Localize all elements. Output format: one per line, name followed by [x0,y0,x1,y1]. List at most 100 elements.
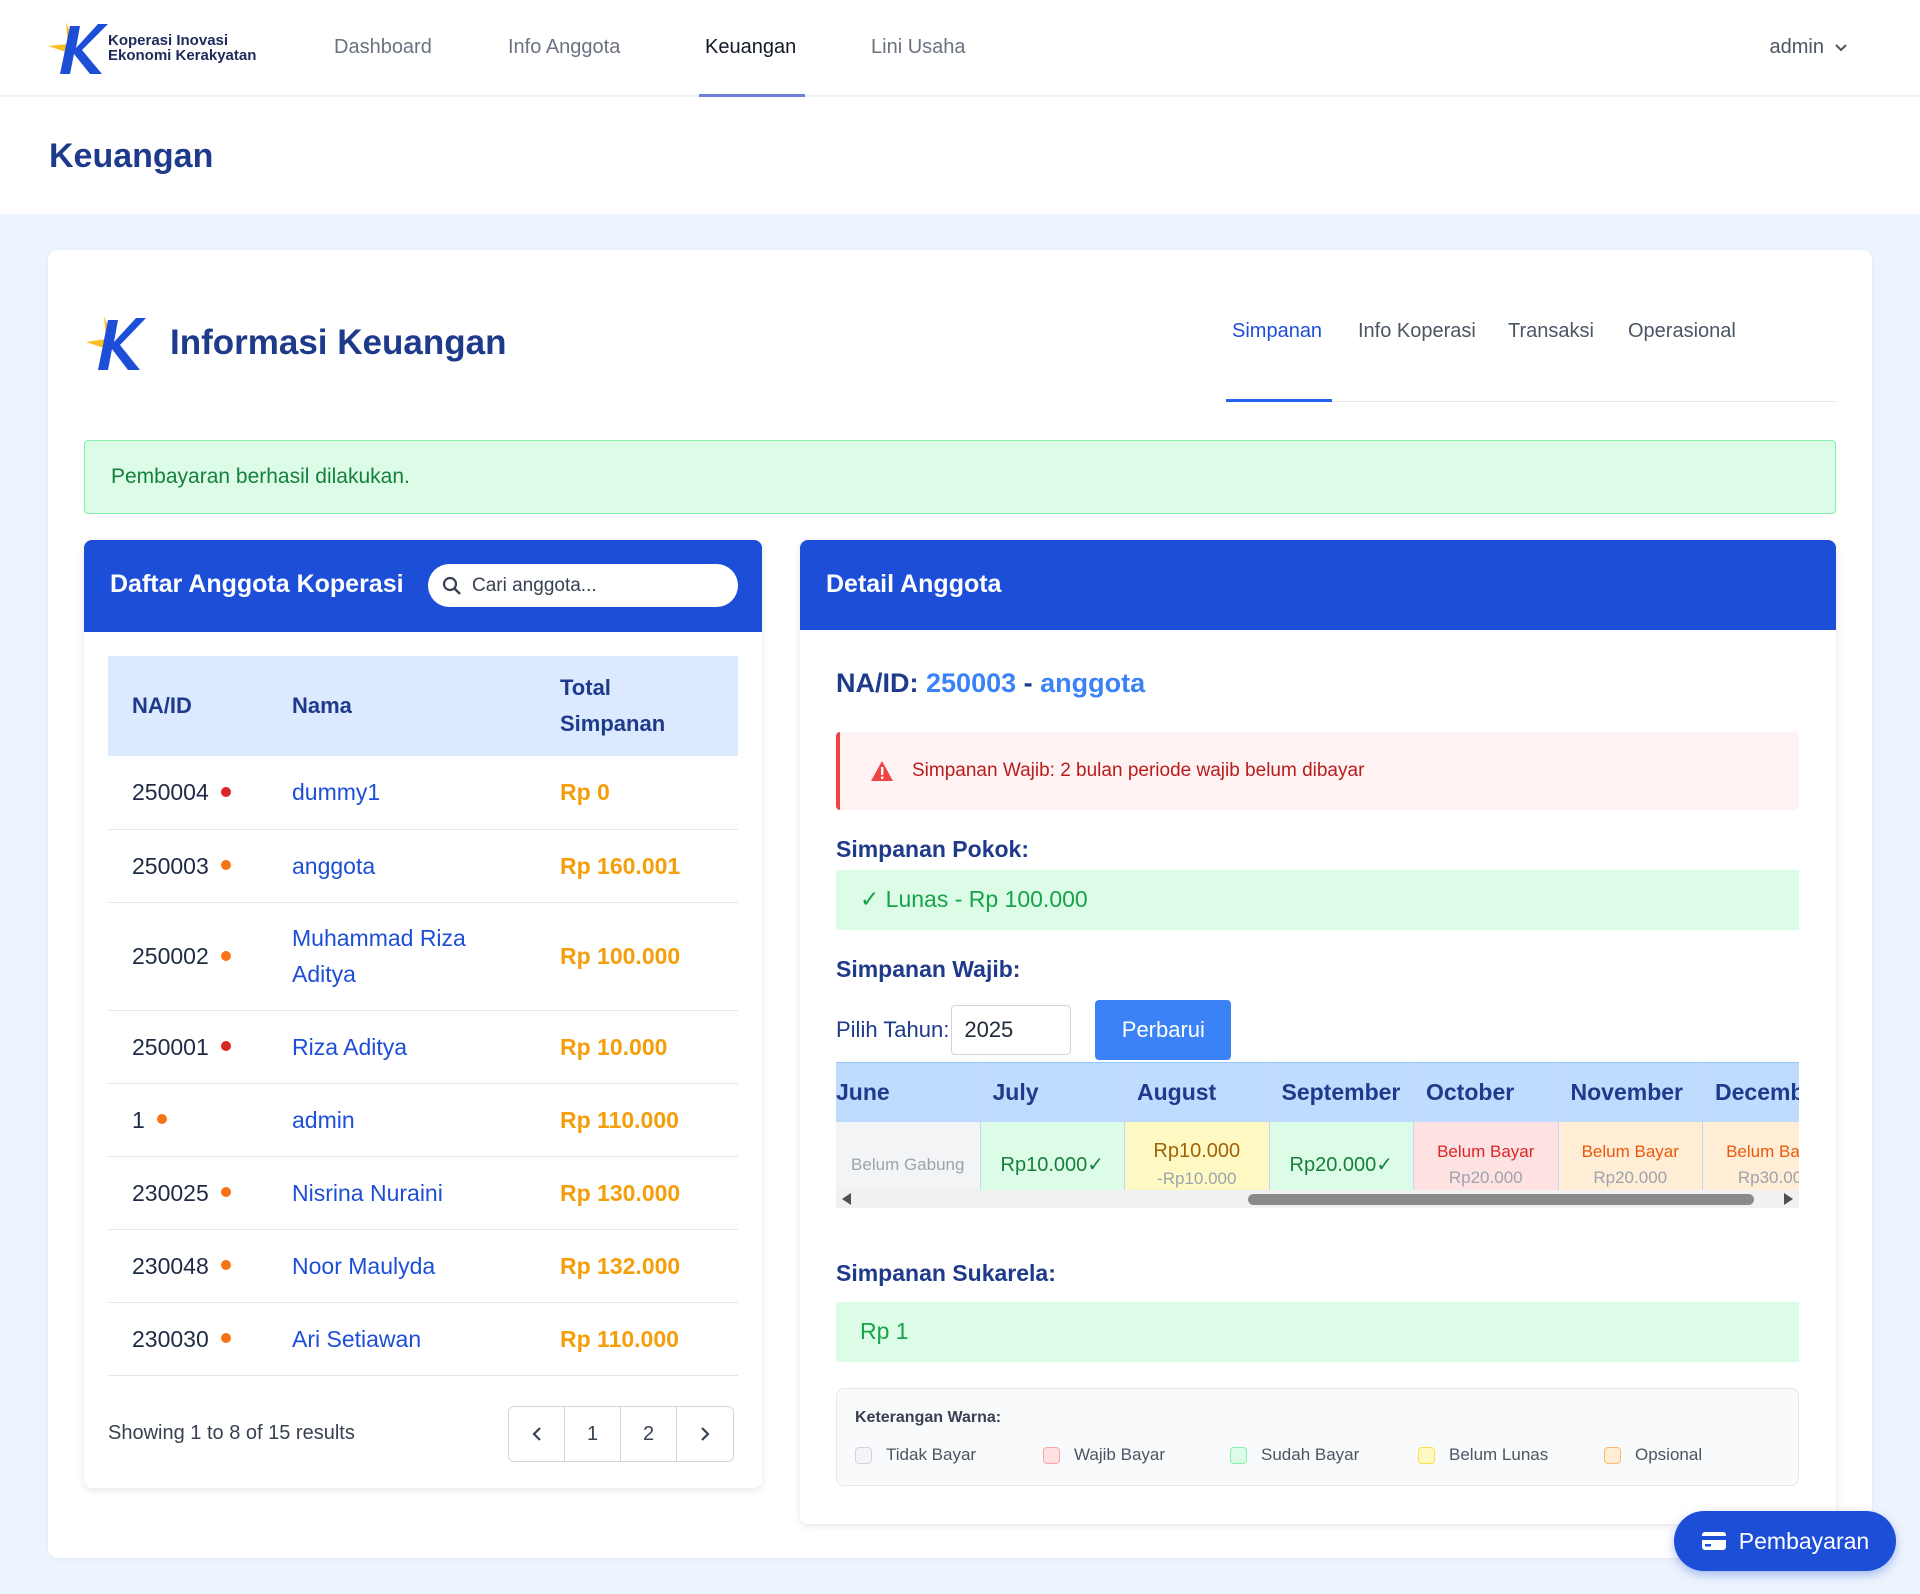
tab-simpanan[interactable]: Simpanan [1232,320,1322,381]
member-total: Rp 100.000 [536,902,738,1011]
table-row[interactable]: 1 admin Rp 110.000 [108,1083,738,1157]
member-total: Rp 160.001 [536,829,738,903]
update-button[interactable]: Perbarui [1095,1000,1232,1060]
legend-swatch [1418,1446,1435,1464]
warning-text: Simpanan Wajib: 2 bulan periode wajib be… [912,760,1364,782]
scroll-left-arrow-icon[interactable] [842,1193,851,1205]
legend-swatch [1604,1446,1621,1464]
finance-card: Informasi Keuangan Simpanan Info Koperas… [48,250,1872,1558]
chevron-left-icon [531,1427,541,1441]
col-naid[interactable]: NA/ID [108,656,268,756]
col-total-simpanan[interactable]: Total Simpanan [536,656,738,756]
nav-dashboard[interactable]: Dashboard [334,36,432,59]
nav-lini-usaha[interactable]: Lini Usaha [871,36,966,59]
horizontal-scrollbar[interactable] [836,1190,1799,1208]
table-row[interactable]: 250001 Riza Aditya Rp 10.000 [108,1010,738,1084]
month-due: Rp20.000 [1593,1167,1668,1187]
status-dot-icon [220,1187,231,1198]
status-dot-icon [220,1333,231,1344]
year-input[interactable] [951,1005,1072,1055]
member-name[interactable]: Nisrina Nuraini [268,1156,536,1230]
legend-label: Sudah Bayar [1261,1445,1360,1464]
naid-value: 250003 [926,668,1017,698]
member-name[interactable]: Riza Aditya [268,1010,536,1084]
prev-page-button[interactable] [509,1407,565,1461]
tab-operasional[interactable]: Operasional [1628,320,1736,381]
naid-label: NA/ID: [836,668,919,698]
table-row[interactable]: 250003 anggota Rp 160.001 [108,829,738,903]
tab-info-koperasi[interactable]: Info Koperasi [1358,320,1476,381]
month-column: November Belum Bayar Rp20.000 [1558,1062,1703,1208]
member-search[interactable] [428,564,738,607]
member-name[interactable]: Ari Setiawan [268,1302,536,1376]
payment-fab-label: Pembayaran [1738,1527,1870,1554]
month-amount: Rp20.000✓ [1289,1154,1394,1176]
member-id-cell: 1 [108,1083,268,1157]
nav-keuangan[interactable]: Keuangan [705,36,796,59]
page-header: Keuangan [0,97,1920,214]
section-title: Informasi Keuangan [170,323,507,362]
month-remaining: -Rp10.000 [1157,1169,1237,1188]
scroll-right-arrow-icon[interactable] [1784,1193,1793,1205]
next-page-button[interactable] [677,1407,733,1461]
month-column: August Rp10.000 -Rp10.000 [1125,1062,1270,1208]
member-id-cell: 250002 [108,902,268,1011]
member-id: 250004 [132,779,209,806]
member-detail-panel: Detail Anggota NA/ID: 250003 - anggota S… [800,540,1836,1524]
legend-item: Sudah Bayar [1230,1445,1359,1465]
search-input[interactable] [472,574,712,597]
member-id: 230030 [132,1325,209,1352]
member-total: Rp 130.000 [536,1156,738,1230]
member-total: Rp 0 [536,756,738,830]
table-row[interactable]: 250002 Muhammad Riza Aditya Rp 100.000 [108,902,738,1011]
nav-info-anggota[interactable]: Info Anggota [508,36,620,59]
page-button-1[interactable]: 1 [565,1407,621,1461]
month-column: September Rp20.000✓ [1269,1062,1414,1208]
member-name[interactable]: Muhammad Riza Aditya [268,902,536,1011]
member-total: Rp 10.000 [536,1010,738,1084]
month-columns: June Belum Gabung July Rp10.000✓ August … [836,1062,1799,1208]
member-name[interactable]: Noor Maulyda [268,1229,536,1303]
tab-transaksi[interactable]: Transaksi [1508,320,1594,381]
member-id-cell: 230030 [108,1302,268,1376]
wajib-month-table: June Belum Gabung July Rp10.000✓ August … [836,1062,1799,1208]
legend-swatch [1043,1446,1060,1464]
member-name[interactable]: admin [268,1083,536,1157]
member-id: 230048 [132,1252,209,1279]
legend-label: Tidak Bayar [886,1445,977,1464]
status-dot-icon [220,1041,231,1052]
month-header: June [836,1062,980,1122]
table-row[interactable]: 230048 Noor Maulyda Rp 132.000 [108,1229,738,1303]
status-dot-icon [220,860,231,871]
pagination-summary: Showing 1 to 8 of 15 results [108,1422,355,1444]
status-dot-icon [220,787,231,798]
month-header: July [980,1062,1124,1122]
brand-logo-link[interactable]: Koperasi Inovasi Ekonomi Kerakyatan [46,18,256,78]
legend-item: Wajib Bayar [1043,1445,1165,1465]
month-header: October [1414,1062,1558,1122]
member-name[interactable]: anggota [268,829,536,903]
wajib-label: Simpanan Wajib: [836,956,1021,982]
col-nama[interactable]: Nama [268,656,536,756]
member-table-header: NA/ID Nama Total Simpanan [108,656,738,756]
page-button-2[interactable]: 2 [621,1407,677,1461]
table-row[interactable]: 230030 Ari Setiawan Rp 110.000 [108,1302,738,1376]
tab-active-indicator [1226,399,1332,402]
month-column: June Belum Gabung [836,1062,981,1208]
month-amount: Rp10.000 [1153,1140,1241,1162]
brand-name-line2: Ekonomi Kerakyatan [108,47,257,64]
month-amount: Rp10.000✓ [1000,1154,1105,1176]
scrollbar-thumb[interactable] [1248,1194,1754,1205]
finance-tabs: Simpanan Info Koperasi Transaksi Operasi… [1226,320,1836,402]
table-row[interactable]: 230025 Nisrina Nuraini Rp 130.000 [108,1156,738,1230]
member-id-cell: 250003 [108,829,268,903]
wajib-warning-alert: Simpanan Wajib: 2 bulan periode wajib be… [836,732,1799,810]
kopinek-logo-icon [48,22,108,74]
member-detail-title: Detail Anggota [826,570,1002,598]
payment-fab-button[interactable]: Pembayaran [1674,1511,1896,1571]
member-id-cell: 230048 [108,1229,268,1303]
table-row[interactable]: 250004 dummy1 Rp 0 [108,756,738,830]
user-menu[interactable]: admin [1770,36,1848,59]
member-id-cell: 250001 [108,1010,268,1084]
member-name[interactable]: dummy1 [268,756,536,830]
